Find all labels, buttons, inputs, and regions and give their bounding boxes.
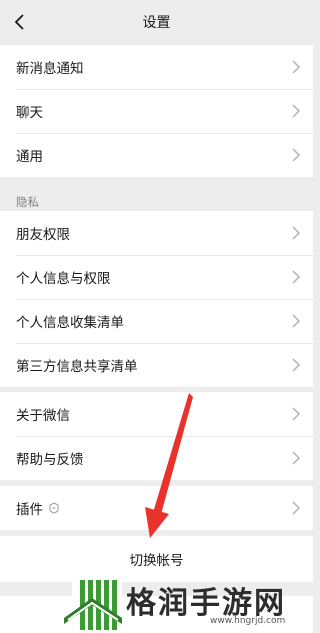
watermark-url: www.hngrjd.com bbox=[210, 616, 286, 626]
settings-item-notifications[interactable]: 新消息通知 bbox=[0, 45, 313, 89]
settings-item-label: 聊天 bbox=[16, 105, 43, 121]
switch-account-label: 切换帐号 bbox=[129, 553, 184, 569]
plugin-icon bbox=[49, 502, 59, 514]
watermark-logo bbox=[64, 576, 122, 632]
section-title-privacy: 隐私 bbox=[16, 195, 39, 209]
chevron-right-icon bbox=[292, 314, 301, 328]
page-title: 设置 bbox=[142, 15, 171, 31]
settings-item-chat[interactable]: 聊天 bbox=[0, 89, 313, 133]
settings-group-privacy: 朋友权限 个人信息与权限 个人信息收集清单 第三方信息共享清单 bbox=[0, 211, 313, 387]
chevron-right-icon bbox=[292, 60, 301, 74]
nav-bar: 设置 bbox=[0, 0, 313, 44]
settings-item-label: 关于微信 bbox=[16, 408, 70, 424]
chevron-right-icon bbox=[292, 148, 301, 162]
settings-item-label: 第三方信息共享清单 bbox=[16, 359, 138, 375]
settings-item-label: 通用 bbox=[16, 149, 43, 165]
settings-item-label: 个人信息收集清单 bbox=[16, 315, 124, 331]
settings-item-about-wechat[interactable]: 关于微信 bbox=[0, 392, 313, 436]
settings-item-plugins[interactable]: 插件 bbox=[0, 486, 313, 530]
settings-item-help-feedback[interactable]: 帮助与反馈 bbox=[0, 436, 313, 480]
chevron-right-icon bbox=[292, 407, 301, 421]
chevron-right-icon bbox=[292, 358, 301, 372]
watermark: 格润手游网 www.hngrjd.com bbox=[64, 572, 313, 633]
settings-item-label: 插件 bbox=[16, 502, 43, 518]
settings-group-general: 新消息通知 聊天 通用 bbox=[0, 45, 313, 177]
chevron-right-icon bbox=[292, 104, 301, 118]
settings-item-friend-permissions[interactable]: 朋友权限 bbox=[0, 211, 313, 255]
chevron-right-icon bbox=[292, 226, 301, 240]
settings-item-personal-info-permissions[interactable]: 个人信息与权限 bbox=[0, 255, 313, 299]
settings-group-plugins: 插件 bbox=[0, 486, 313, 530]
settings-item-general[interactable]: 通用 bbox=[0, 133, 313, 177]
chevron-right-icon bbox=[292, 270, 301, 284]
settings-group-about: 关于微信 帮助与反馈 bbox=[0, 392, 313, 480]
settings-item-label: 朋友权限 bbox=[16, 227, 70, 243]
settings-item-third-party-sharing[interactable]: 第三方信息共享清单 bbox=[0, 343, 313, 387]
settings-item-label: 帮助与反馈 bbox=[16, 452, 84, 468]
settings-item-label: 个人信息与权限 bbox=[16, 271, 111, 287]
settings-item-label: 新消息通知 bbox=[16, 61, 84, 77]
chevron-right-icon bbox=[292, 451, 301, 465]
chevron-right-icon bbox=[292, 501, 301, 515]
settings-item-personal-info-collection[interactable]: 个人信息收集清单 bbox=[0, 299, 313, 343]
